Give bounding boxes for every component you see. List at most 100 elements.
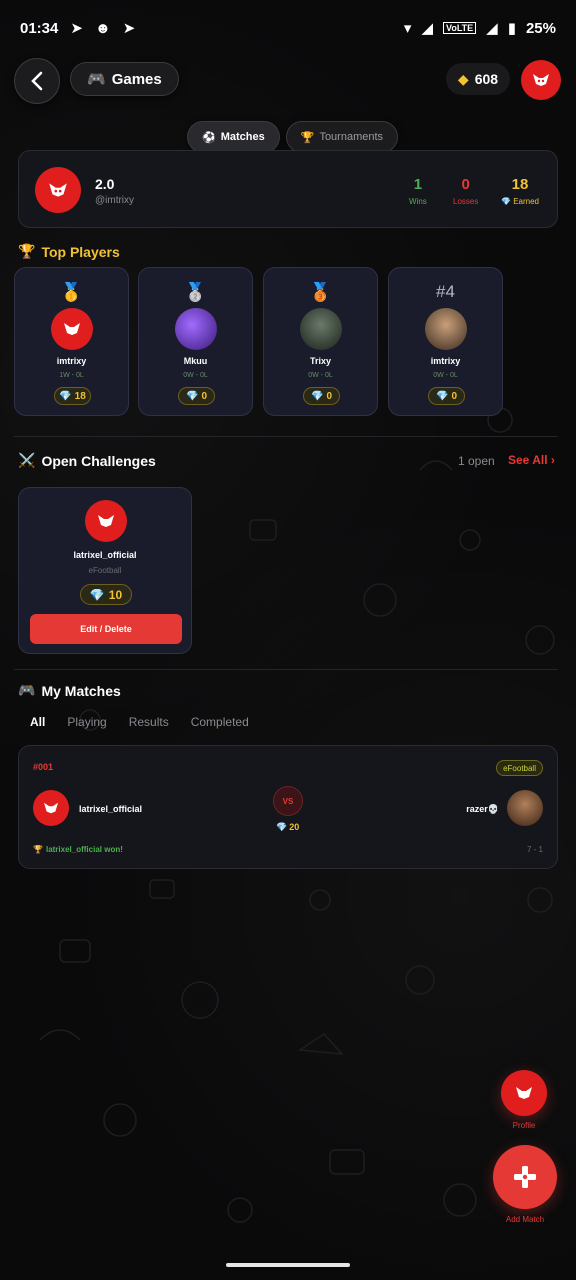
tab-matches[interactable]: ⚽ Matches <box>187 121 280 153</box>
my-matches-heading: 🎮 My Matches <box>18 682 121 699</box>
gold-medal-icon: 🥇 <box>60 282 83 302</box>
match-result: 🏆 latrixel_official won! <box>33 845 123 854</box>
edit-delete-button[interactable]: Edit / Delete <box>30 614 182 644</box>
player-record: 0W - 0L <box>183 372 208 379</box>
filter-completed[interactable]: Completed <box>191 715 249 729</box>
stat-wins-value: 1 <box>413 176 423 193</box>
player-avatar <box>51 308 93 350</box>
signal-icon: ◢ <box>486 20 498 37</box>
user-avatar[interactable] <box>521 60 561 100</box>
gamepad-icon: 🎮 <box>87 71 106 88</box>
section-divider <box>14 669 558 670</box>
clock: 01:34 <box>20 19 59 37</box>
player-name: Mkuu <box>183 356 208 366</box>
tab-tournaments-label: Tournaments <box>319 131 384 143</box>
stat-losses-value: 0 <box>461 176 470 193</box>
tab-matches-label: Matches <box>220 131 265 143</box>
player-gems-value: 18 <box>74 390 86 402</box>
gem-icon: 💎 <box>435 390 449 402</box>
filter-playing[interactable]: Playing <box>67 715 106 729</box>
player-card[interactable]: 🥉 Trixy 0W - 0L 💎 0 <box>263 267 378 416</box>
stat-wins: 1 Wins <box>409 176 427 206</box>
see-all-link[interactable]: See All › <box>508 453 555 467</box>
player-record: 1W - 0L <box>59 372 84 379</box>
player-gems-value: 0 <box>326 390 332 402</box>
match-filters: All Playing Results Completed <box>30 715 249 729</box>
player-name: imtrixy <box>430 356 461 366</box>
home-indicator[interactable] <box>226 1263 350 1267</box>
filter-results[interactable]: Results <box>129 715 169 729</box>
stat-losses-label: Losses <box>453 197 479 206</box>
match-stake-value: 20 <box>289 822 300 832</box>
profile-fab[interactable] <box>501 1070 547 1116</box>
stat-earned: 18 💎 Earned <box>501 176 539 206</box>
match-stake: 💎 20 <box>276 822 299 833</box>
trophy-icon: 🏆 <box>300 131 315 144</box>
wifi-icon: ▾ <box>403 20 412 37</box>
stat-losses: 0 Losses <box>453 176 478 206</box>
rank-label: #4 <box>436 282 455 301</box>
vs-badge: VS <box>273 786 303 816</box>
back-button[interactable] <box>14 58 60 104</box>
stat-earned-label: 💎 Earned <box>501 197 539 206</box>
match-card[interactable]: #001 eFootball latrixel_official VS 💎 20 … <box>18 745 558 869</box>
add-match-label: Add Match <box>505 1215 545 1224</box>
gem-balance[interactable]: ◆ 608 <box>446 63 510 95</box>
player-gems: 💎 0 <box>303 387 340 405</box>
player-name: imtrixy <box>56 356 87 366</box>
my-matches-title: My Matches <box>41 682 121 699</box>
filter-all[interactable]: All <box>30 715 45 729</box>
player-avatar <box>300 308 342 350</box>
chevron-left-icon <box>31 71 43 91</box>
profile-card: 2.0 @imtrixy 1 Wins 0 Losses 18 💎 Earned <box>18 150 558 228</box>
add-match-button[interactable] <box>493 1145 557 1209</box>
challenge-card[interactable]: latrixel_official eFootball 💎 10 Edit / D… <box>18 487 192 654</box>
top-players-title: Top Players <box>41 243 120 260</box>
player-avatar <box>425 308 467 350</box>
status-bar: 01:34 ➤ ☻ ➤ ▾ ◢ VoLTE ◢ ▮ 25% <box>0 0 576 56</box>
player-gems-value: 0 <box>201 390 207 402</box>
tab-bar: ⚽ Matches 🏆 Tournaments <box>187 121 399 153</box>
player-record: 0W - 0L <box>433 372 458 379</box>
page-title: Games <box>111 70 162 88</box>
player2-avatar <box>507 790 543 826</box>
top-players-heading: 🏆 Top Players <box>18 243 120 260</box>
player-card[interactable]: #4 imtrixy 0W - 0L 💎 0 <box>388 267 503 416</box>
player-gems: 💎 18 <box>54 387 91 405</box>
open-challenges-title: Open Challenges <box>41 452 156 469</box>
tab-tournaments[interactable]: 🏆 Tournaments <box>285 121 399 153</box>
match-id: #001 <box>33 762 54 772</box>
player-card[interactable]: 🥇 imtrixy 1W - 0L 💎 18 <box>14 267 129 416</box>
gem-icon: ◆ <box>457 70 469 87</box>
open-count: 1 open <box>458 454 495 468</box>
game-badge: eFootball <box>496 760 543 776</box>
gem-icon: 💎 <box>185 390 199 402</box>
gem-icon: 💎 <box>276 822 288 832</box>
bronze-medal-icon: 🥉 <box>309 282 332 302</box>
volte-icon: VoLTE <box>442 22 477 34</box>
gem-icon: 💎 <box>59 390 72 402</box>
player-card[interactable]: 🥈 Mkuu 0W - 0L 💎 0 <box>138 267 253 416</box>
challenger-name: latrixel_official <box>73 550 137 560</box>
battery-level: 25% <box>525 19 556 37</box>
player-name: Trixy <box>309 356 331 366</box>
gamepad-plus-icon <box>514 1166 536 1188</box>
gamepad-icon: 🎮 <box>18 682 36 698</box>
section-divider <box>14 436 558 437</box>
player1-name: latrixel_official <box>79 804 143 814</box>
profile-avatar[interactable] <box>35 167 81 213</box>
profile-handle: @imtrixy <box>95 195 135 206</box>
stat-earned-value: 18 <box>511 176 529 193</box>
gem-icon: 💎 <box>501 197 511 206</box>
match-score: 7 - 1 <box>526 845 543 854</box>
stat-wins-label: Wins <box>409 197 427 206</box>
games-title-button[interactable]: 🎮 Games <box>70 62 179 96</box>
match-result-text: latrixel_official won! <box>45 845 123 854</box>
gem-icon: 💎 <box>89 587 105 602</box>
crossed-swords-icon: ⚔️ <box>18 452 36 468</box>
stat-earned-text: Earned <box>513 197 539 206</box>
profile-fab-label: Profile <box>512 1121 536 1130</box>
soccer-ball-icon: ⚽ <box>202 131 216 144</box>
player-gems: 💎 0 <box>428 387 465 405</box>
profile-name: 2.0 <box>95 176 115 192</box>
